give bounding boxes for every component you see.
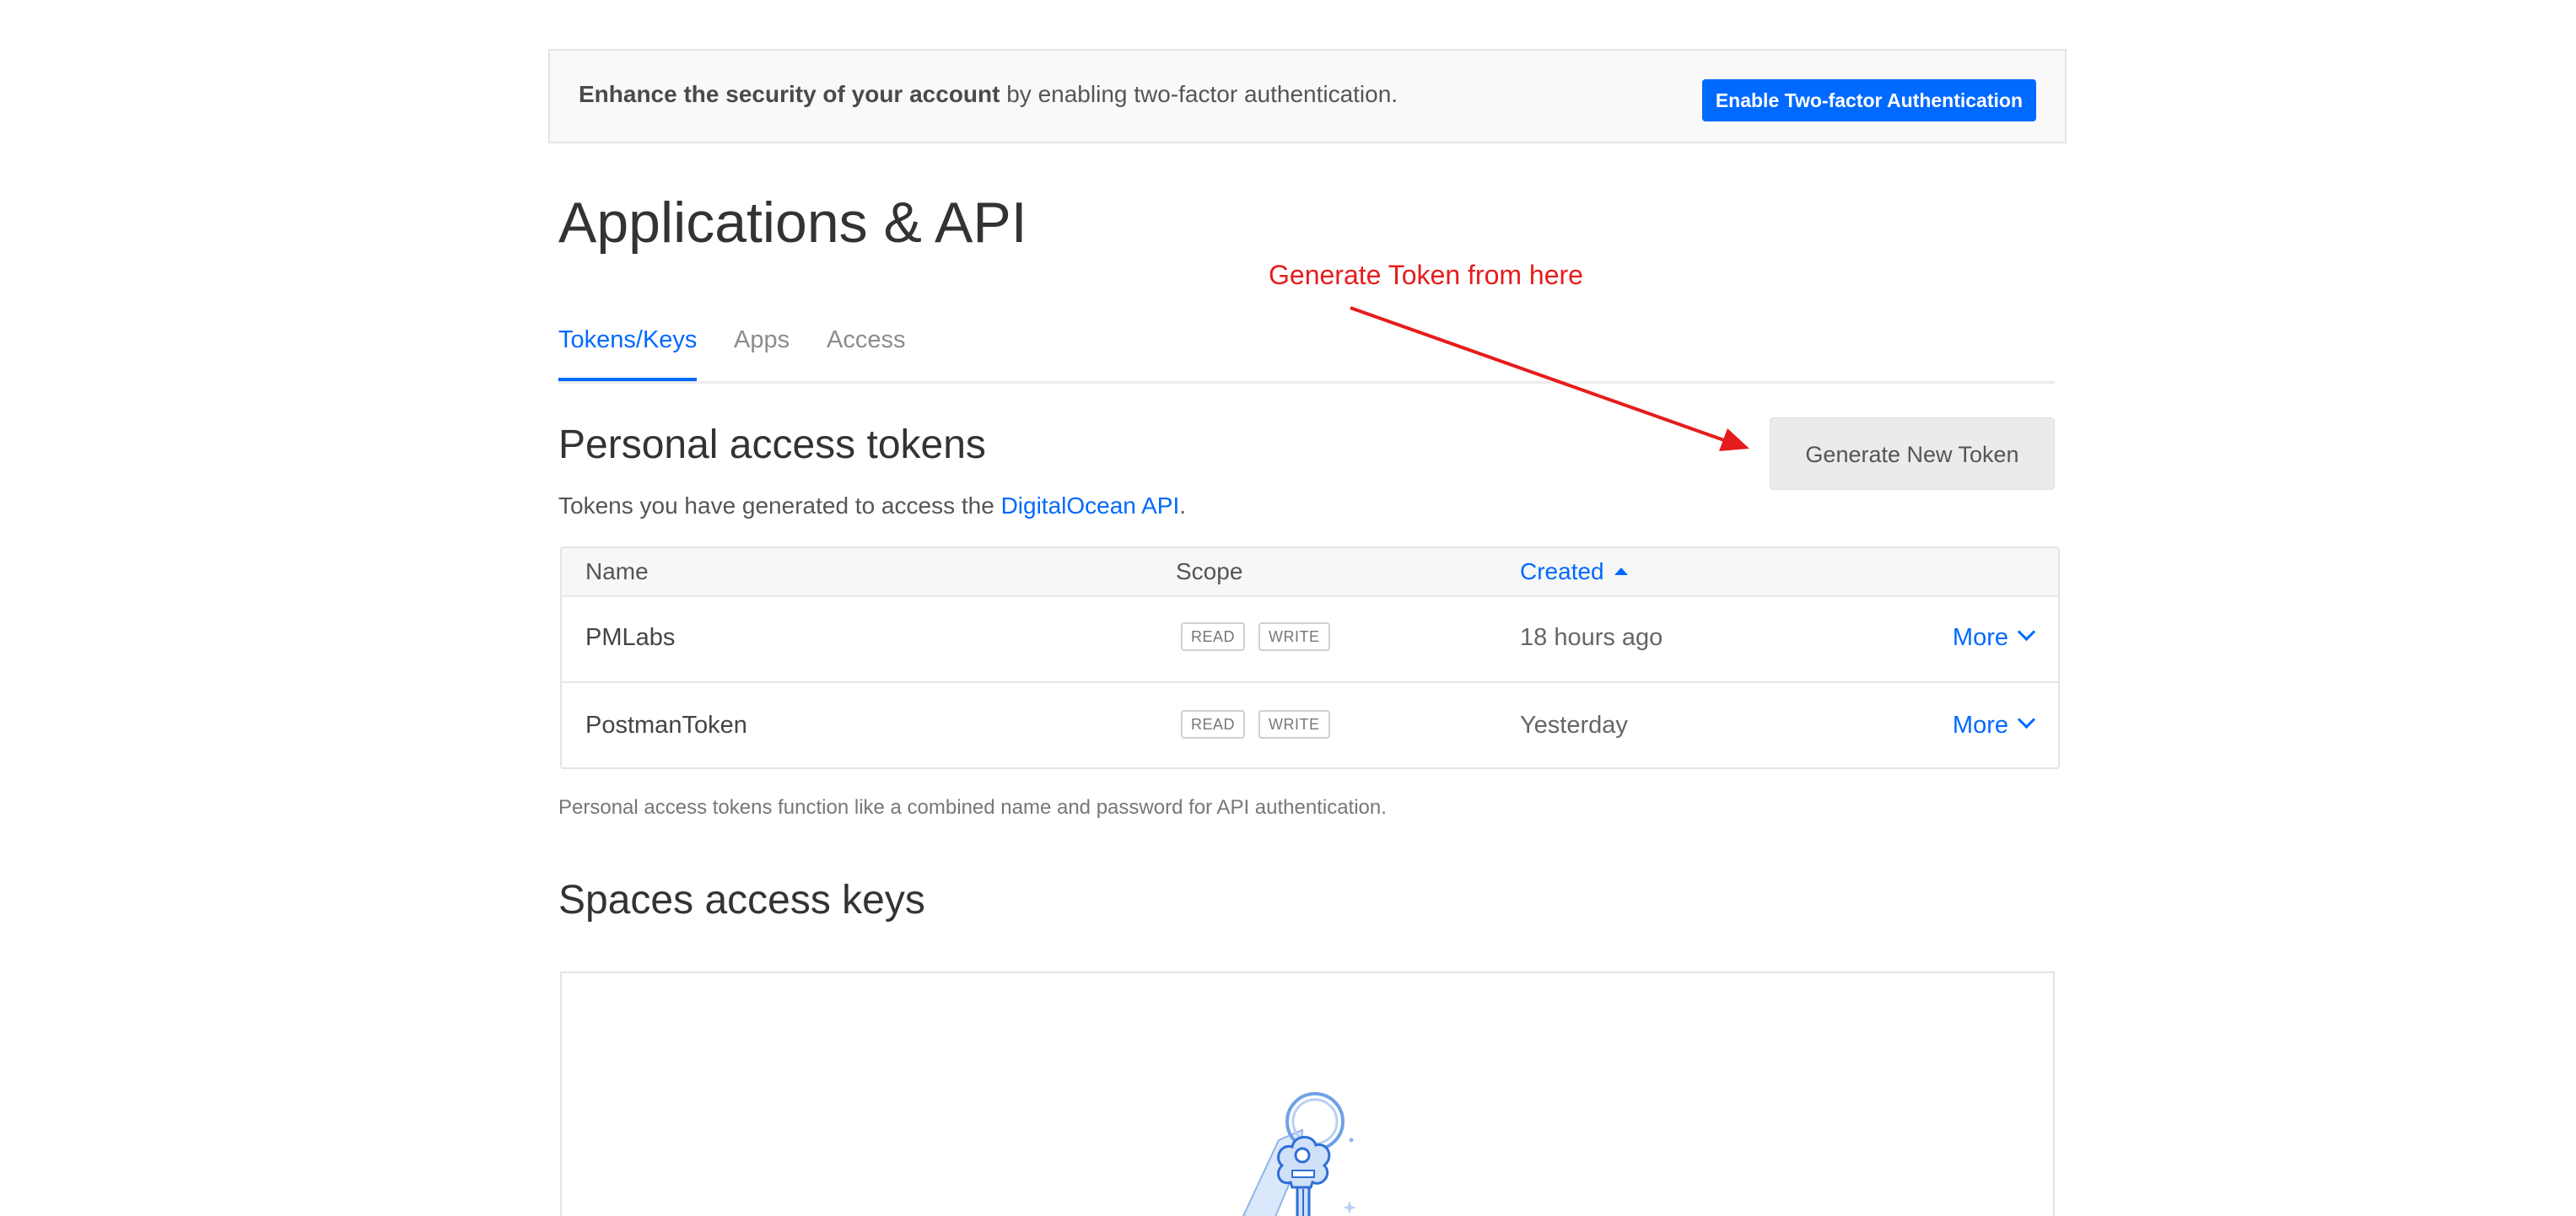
two-factor-banner: Enhance the security of your account by … bbox=[548, 49, 2067, 143]
more-label: More bbox=[1952, 624, 2008, 651]
annotation-label: Generate Token from here bbox=[1269, 260, 1583, 290]
table-header: Name Scope Created bbox=[562, 548, 2058, 597]
more-menu-button[interactable]: More bbox=[1952, 710, 2036, 740]
table-row: PMLabs READ WRITE 18 hours ago More bbox=[562, 595, 2058, 681]
page: Enhance the security of your account by … bbox=[0, 0, 2576, 1216]
spaces-keys-title: Spaces access keys bbox=[558, 878, 925, 923]
key-icon bbox=[1242, 1092, 1356, 1216]
more-menu-button[interactable]: More bbox=[1952, 622, 2036, 652]
description-suffix: . bbox=[1179, 492, 1187, 519]
tokens-footnote: Personal access tokens function like a c… bbox=[558, 796, 1387, 819]
personal-tokens-description: Tokens you have generated to access the … bbox=[558, 492, 1186, 519]
tokens-table: Name Scope Created PMLabs READ WRITE 18 … bbox=[560, 546, 2060, 769]
description-prefix: Tokens you have generated to access the bbox=[558, 492, 1001, 519]
scope-badge-read: READ bbox=[1181, 710, 1246, 739]
tab-access[interactable]: Access bbox=[827, 322, 905, 358]
column-header-created[interactable]: Created bbox=[1520, 558, 1628, 585]
banner-message-rest: by enabling two-factor authentication. bbox=[1000, 81, 1398, 107]
token-created: Yesterday bbox=[1520, 712, 1628, 739]
scope-badge-read: READ bbox=[1181, 622, 1246, 651]
banner-message-bold: Enhance the security of your account bbox=[579, 81, 1000, 107]
token-name: PMLabs bbox=[585, 624, 676, 651]
banner-message: Enhance the security of your account by … bbox=[579, 81, 1398, 108]
page-title: Applications & API bbox=[558, 191, 1027, 255]
digitalocean-api-link[interactable]: DigitalOcean API bbox=[1001, 492, 1180, 519]
column-header-created-label: Created bbox=[1520, 558, 1604, 584]
token-created: 18 hours ago bbox=[1520, 624, 1663, 651]
column-header-scope[interactable]: Scope bbox=[1176, 558, 1242, 585]
chevron-down-icon bbox=[2017, 710, 2036, 729]
tab-tokens-keys[interactable]: Tokens/Keys bbox=[558, 322, 698, 381]
scope-badge-write: WRITE bbox=[1258, 622, 1330, 651]
scope-badge-write: WRITE bbox=[1258, 710, 1330, 739]
personal-tokens-title: Personal access tokens bbox=[558, 422, 986, 467]
generate-new-token-button[interactable]: Generate New Token bbox=[1770, 417, 2055, 490]
spaces-empty-state bbox=[560, 971, 2055, 1216]
table-row: PostmanToken READ WRITE Yesterday More bbox=[562, 681, 2058, 767]
chevron-down-icon bbox=[2017, 622, 2036, 642]
enable-two-factor-button[interactable]: Enable Two-factor Authentication bbox=[1701, 79, 2036, 121]
token-name: PostmanToken bbox=[585, 712, 747, 739]
tab-apps[interactable]: Apps bbox=[734, 322, 790, 358]
column-header-name[interactable]: Name bbox=[585, 558, 649, 585]
more-label: More bbox=[1952, 712, 2008, 739]
tab-bar: Tokens/Keys Apps Access bbox=[558, 322, 2055, 384]
sort-ascending-icon bbox=[1614, 568, 1628, 575]
